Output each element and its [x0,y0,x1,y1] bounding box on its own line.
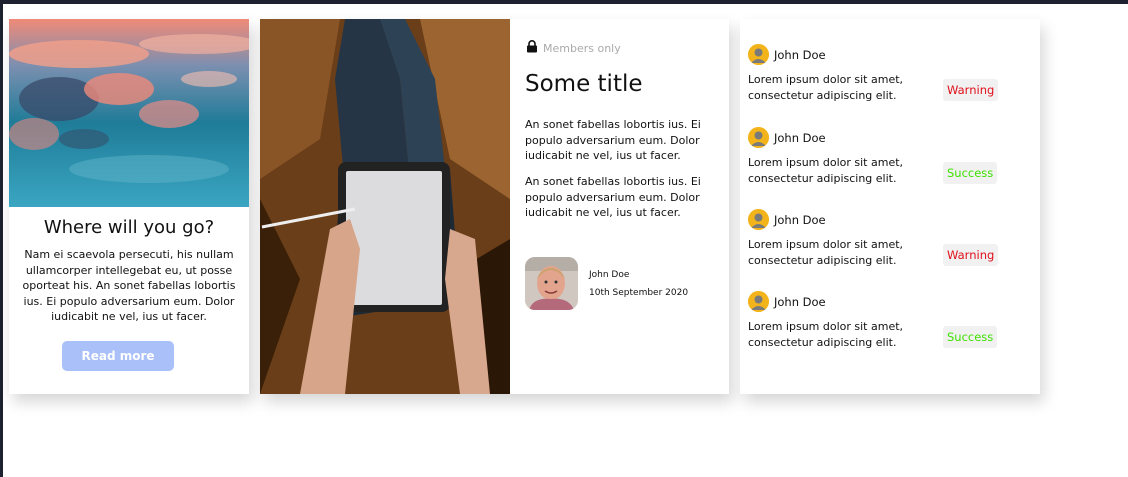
feed-item: John Doe Lorem ipsum dolor sit amet, con… [748,206,1038,276]
feed-item: John Doe Lorem ipsum dolor sit amet, con… [748,124,1038,194]
members-only-text: Members only [543,41,621,55]
window-left-border [0,0,3,477]
publish-date: 10th September 2020 [589,288,689,298]
status-badge: Warning [943,79,999,101]
user-name: John Doe [774,295,826,309]
feed-message: Lorem ipsum dolor sit amet, consectetur … [748,320,904,349]
user-name: John Doe [774,48,826,62]
members-only-label: Members only [526,40,621,56]
user-avatar [748,291,769,312]
travel-description: Nam ei scaevola persecuti, his nullam ul… [22,248,236,323]
article-card: Members only Some title An sonet fabella… [260,19,729,394]
travel-title: Where will you go? [43,217,215,238]
feed-message: Lorem ipsum dolor sit amet, consectetur … [748,73,904,102]
window-top-border [0,0,1128,4]
travel-card: Where will you go? Nam ei scaevola perse… [9,19,249,394]
user-avatar [748,209,769,230]
activity-feed-card: John Doe Lorem ipsum dolor sit amet, con… [740,19,1040,394]
status-badge: Warning [943,244,999,266]
article-title: Some title [525,71,643,97]
user-avatar [748,44,769,65]
feed-message: Lorem ipsum dolor sit amet, consectetur … [748,156,904,185]
author-avatar [525,257,578,310]
sky-image [9,19,249,207]
feed-message: Lorem ipsum dolor sit amet, consectetur … [748,238,904,267]
feed-item: John Doe Lorem ipsum dolor sit amet, con… [748,288,1038,358]
feed-item: John Doe Lorem ipsum dolor sit amet, con… [748,41,1038,111]
user-name: John Doe [774,131,826,145]
user-avatar [748,127,769,148]
lock-icon [526,40,538,56]
status-badge: Success [943,326,998,348]
status-badge: Success [943,162,998,184]
tablet-photo [260,19,510,394]
author-name: John Doe [589,270,630,280]
article-paragraph: An sonet fabellas lobortis ius. Ei popul… [525,118,701,162]
article-paragraph: An sonet fabellas lobortis ius. Ei popul… [525,175,701,219]
user-name: John Doe [774,213,826,227]
read-more-button[interactable]: Read more [62,341,174,371]
